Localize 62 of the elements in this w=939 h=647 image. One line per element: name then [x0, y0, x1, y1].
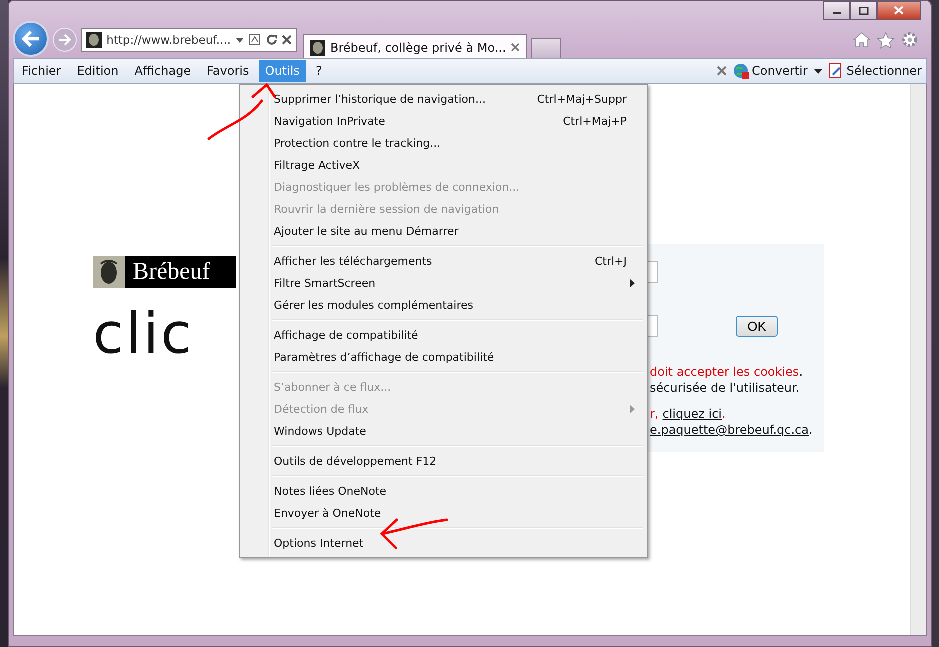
settings-icon[interactable]	[901, 31, 919, 49]
menu-bar-item[interactable]: Edition	[71, 60, 125, 82]
back-button[interactable]	[13, 21, 49, 57]
tab-title: Brébeuf, collège privé à Mo...	[330, 40, 506, 54]
menu-bar-item[interactable]: Favoris	[201, 60, 256, 82]
maximize-icon	[858, 6, 868, 14]
minimize-button[interactable]	[823, 1, 850, 20]
menu-item[interactable]: Supprimer l’historique de navigation... Ctrl+Maj+Suppr	[242, 88, 645, 110]
menu-item[interactable]: Afficher les téléchargements Ctrl+J	[242, 250, 645, 272]
menu-item[interactable]: Notes liées OneNote	[242, 480, 645, 502]
home-icon[interactable]	[853, 32, 871, 48]
compatibility-icon[interactable]	[248, 34, 261, 46]
caret-icon[interactable]	[236, 38, 244, 42]
close-button[interactable]	[877, 1, 921, 20]
scrollbar[interactable]	[910, 84, 926, 635]
browser-tab[interactable]: Brébeuf, collège privé à Mo...	[303, 34, 527, 60]
menu-item[interactable]: Gérer les modules complémentaires	[242, 294, 645, 316]
menu-item[interactable]: Affichage de compatibilité	[242, 324, 645, 346]
notice-text: sécurisée de l'utilisateur.	[650, 380, 801, 396]
globe-icon	[733, 63, 750, 79]
crest-icon	[310, 40, 326, 56]
menu-item[interactable]: Outils de développement F12	[242, 450, 645, 472]
menu-item[interactable]: Navigation InPrivate Ctrl+Maj+P	[242, 110, 645, 132]
menu-item[interactable]: Envoyer à OneNote	[242, 502, 645, 524]
menu-item[interactable]: Protection contre le tracking...	[242, 132, 645, 154]
new-tab-button[interactable]	[531, 38, 561, 60]
menu-item[interactable]: Options Internet	[242, 532, 645, 554]
address-text: http://www.brebeuf....	[106, 33, 232, 47]
crest-icon	[93, 256, 125, 288]
menu-bar-item[interactable]: Affichage	[128, 60, 198, 82]
document-icon	[828, 63, 844, 79]
menu-item[interactable]: Filtrage ActiveX	[242, 154, 645, 176]
close-icon[interactable]	[717, 66, 728, 76]
caret-icon[interactable]	[814, 68, 823, 74]
tab-close-icon[interactable]	[511, 43, 520, 52]
menu-bar-item[interactable]: Fichier	[16, 60, 68, 82]
forward-arrow-icon	[58, 34, 72, 46]
notice-text: e.paquette@brebeuf.qc.ca.	[650, 422, 814, 438]
submenu-arrow-icon	[630, 278, 635, 288]
refresh-icon[interactable]	[266, 34, 278, 46]
stop-icon[interactable]	[282, 35, 292, 45]
back-arrow-icon	[21, 30, 41, 48]
link[interactable]: e.paquette@brebeuf.qc.ca	[650, 423, 809, 437]
address-bar[interactable]: http://www.brebeuf....	[81, 28, 297, 52]
close-icon	[894, 6, 904, 15]
notice-text: doit accepter les cookies.	[650, 364, 804, 380]
star-icon[interactable]	[877, 32, 895, 48]
select-button[interactable]: Sélectionner	[826, 63, 924, 79]
menu-bar-item[interactable]: ?	[310, 60, 328, 82]
logo-text: Brébeuf	[132, 258, 210, 286]
menu-item[interactable]: Paramètres d’affichage de compatibilité	[242, 346, 645, 368]
submenu-arrow-icon	[630, 404, 635, 414]
clic-heading: clic	[93, 302, 194, 367]
ok-button[interactable]: OK	[736, 316, 778, 336]
menu-item[interactable]: Ajouter le site au menu Démarrer	[242, 220, 645, 242]
maximize-button[interactable]	[850, 1, 877, 20]
menu-item[interactable]: Filtre SmartScreen	[242, 272, 645, 294]
link[interactable]: cliquez ici	[662, 407, 722, 421]
convert-button[interactable]: Convertir	[731, 63, 810, 79]
crest-icon	[86, 32, 102, 48]
menu-item[interactable]: Windows Update	[242, 420, 645, 442]
notice-text: r, cliquez ici.	[650, 406, 727, 422]
